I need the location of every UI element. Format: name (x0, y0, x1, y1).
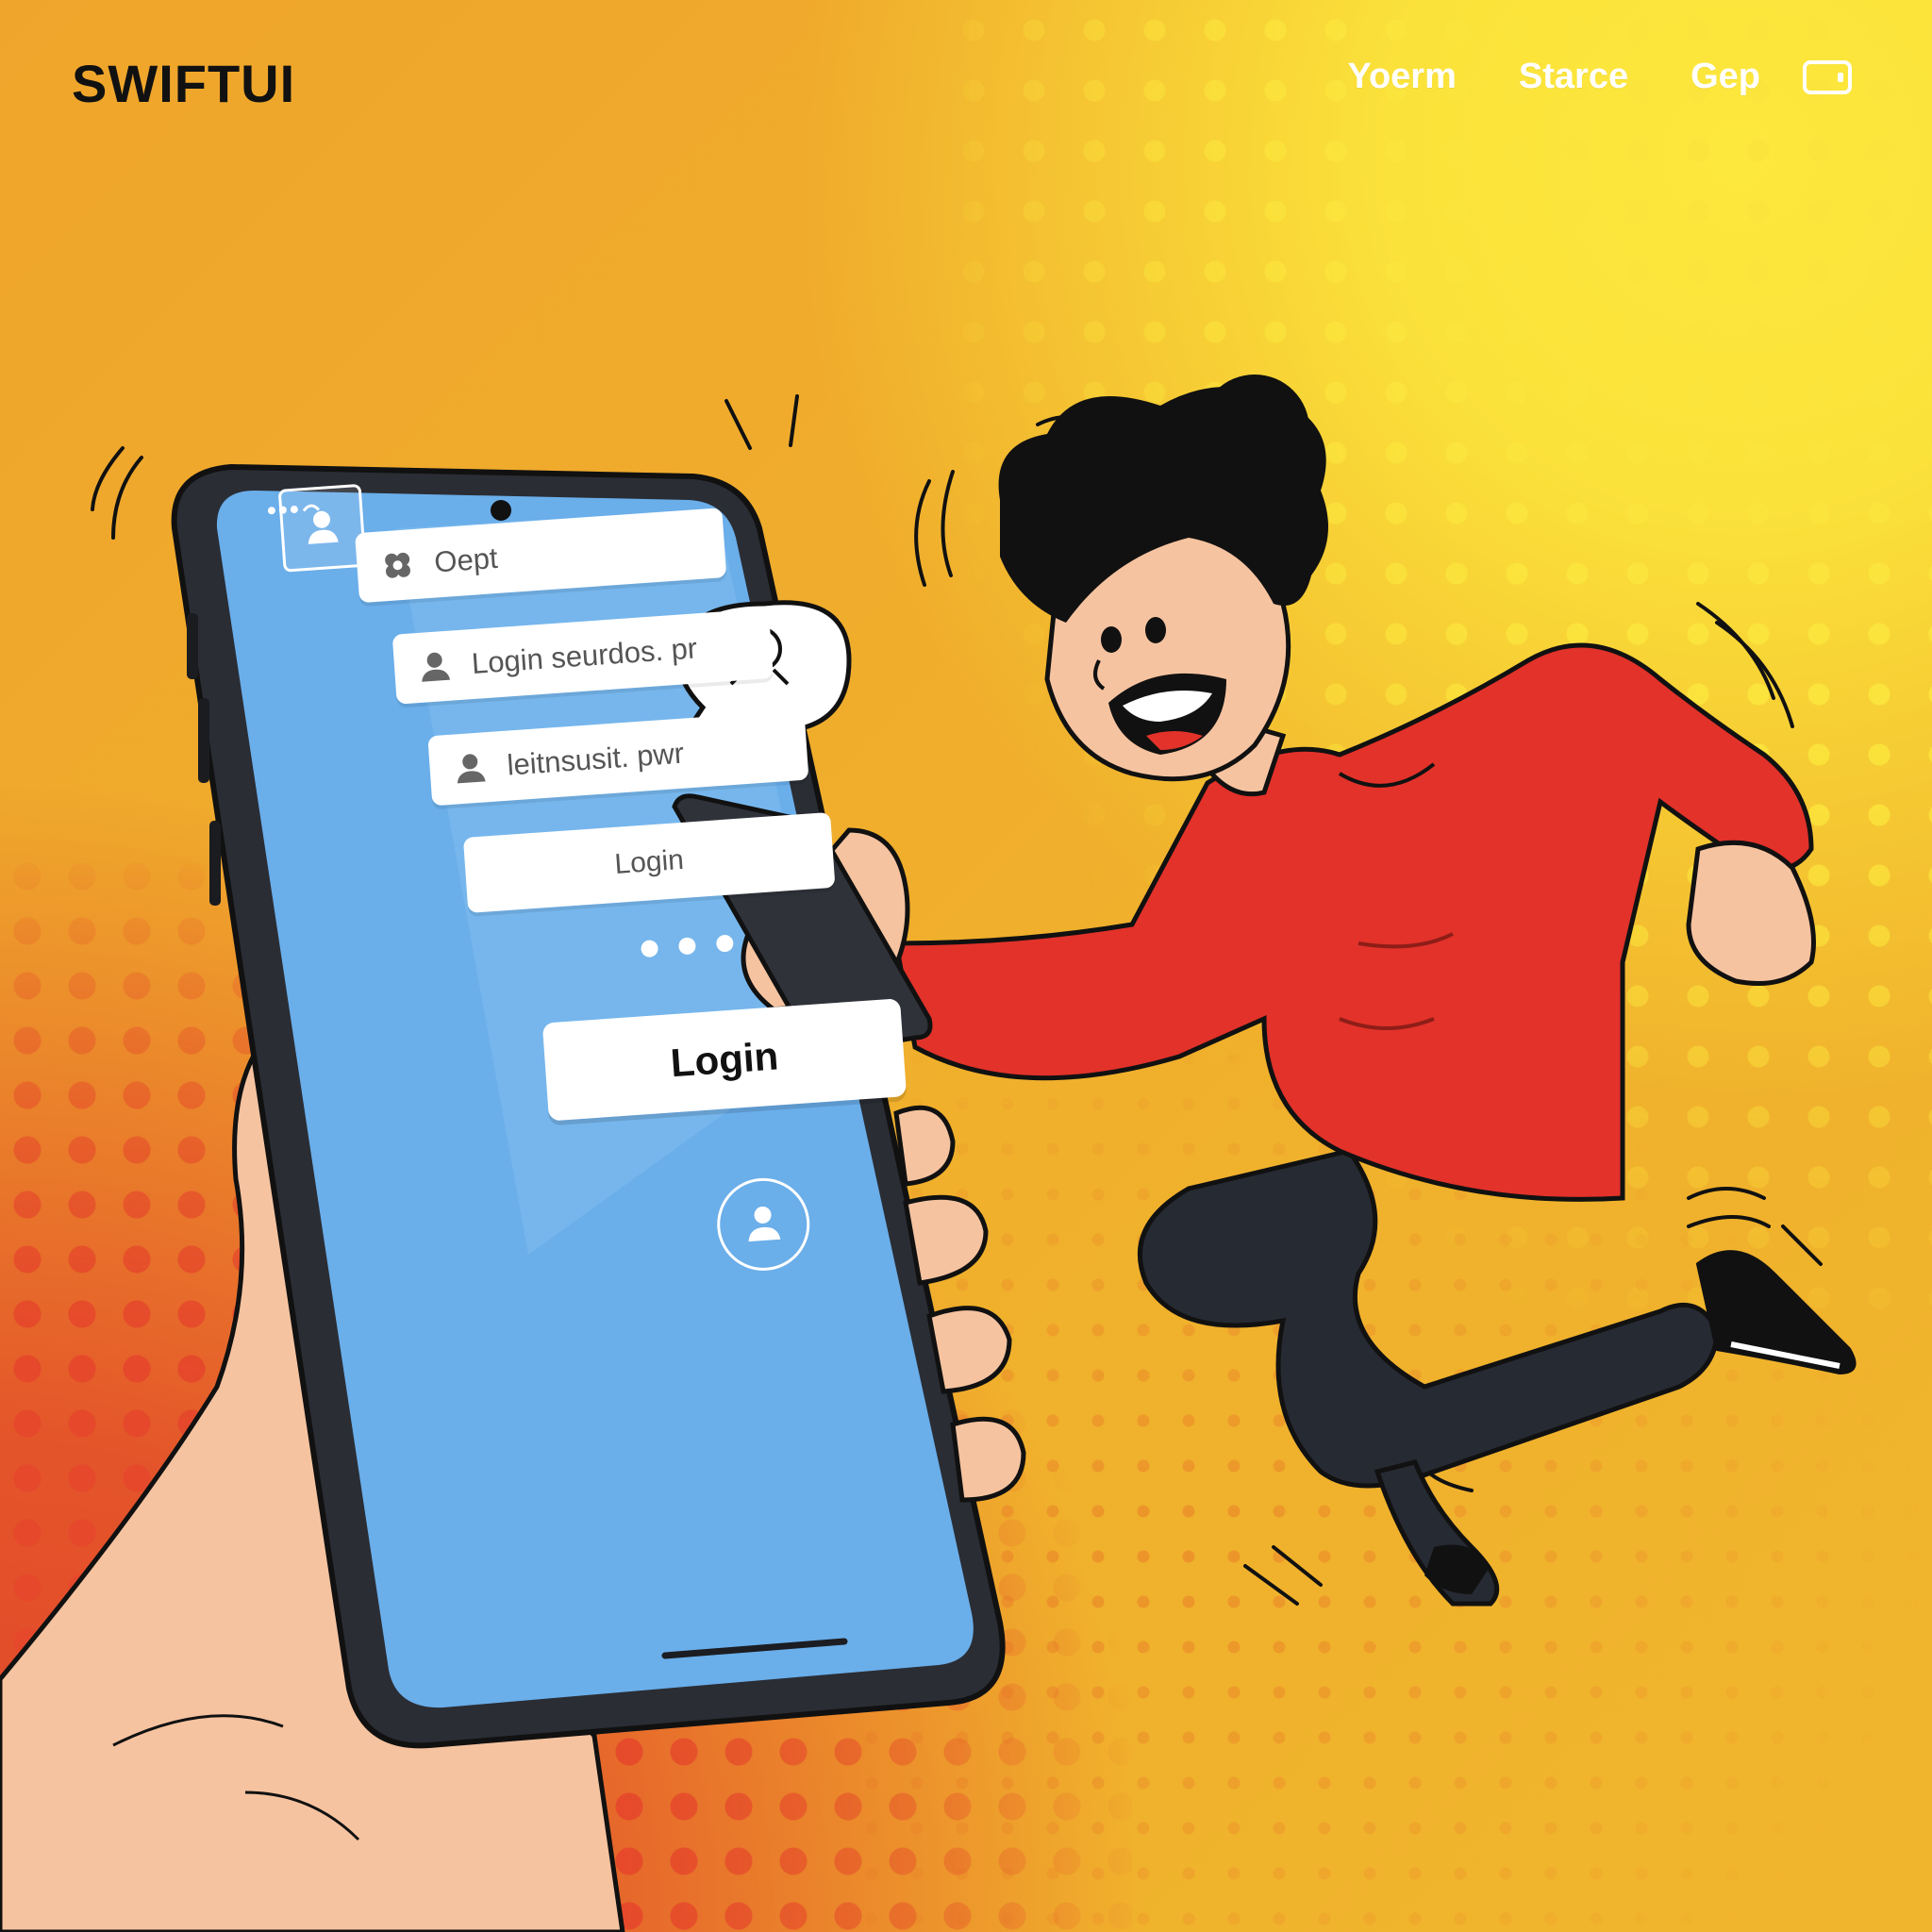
status-bar-left (265, 498, 323, 525)
password-field-text: leitnsusit. pwr (506, 736, 686, 782)
options-field-text: Oept (433, 541, 499, 579)
user-icon (451, 749, 490, 788)
illustration (0, 375, 1857, 1932)
avatar-badge (277, 483, 367, 573)
battery-icon (676, 508, 709, 533)
wifi-icon (622, 509, 670, 536)
user-circle-icon (741, 1199, 787, 1250)
grid-icon (378, 546, 417, 585)
user-icon (416, 647, 455, 686)
username-field-text: Login seurdos. pr (470, 631, 699, 680)
signal-icon (265, 498, 323, 525)
status-bar-right (622, 508, 709, 536)
